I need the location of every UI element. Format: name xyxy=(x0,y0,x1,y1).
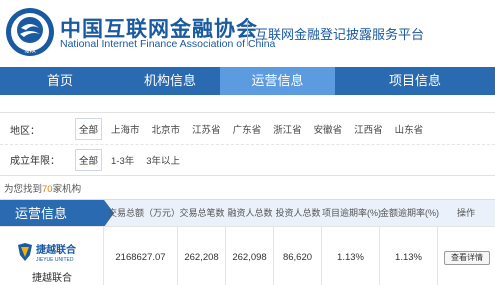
nav-item-operation-info[interactable]: 运营信息 xyxy=(220,67,335,95)
svg-text:JIEYUE UNITED: JIEYUE UNITED xyxy=(36,257,74,263)
col-action: 操作 xyxy=(456,208,475,218)
age-filter: 成立年限： 全部 1-3年 3年以上 xyxy=(0,144,495,174)
age-option-3plus[interactable]: 3年以上 xyxy=(143,150,183,170)
main-nav: 首页 机构信息 运营信息 项目信息 xyxy=(0,67,495,95)
result-count-number: 70 xyxy=(42,184,53,195)
total-amount-value: 2168627.07 xyxy=(115,252,166,263)
result-prefix: 为您找到 xyxy=(4,184,43,195)
table-header: 运营信息 交易总额（万元） 交易总笔数 融资人总数 投资人总数 项目逾期率(%)… xyxy=(0,199,495,227)
region-option-anhui[interactable]: 安徽省 xyxy=(311,119,346,139)
region-option-beijing[interactable]: 北京市 xyxy=(149,119,184,139)
site-header: NIFA 中国互联网金融协会 National Internet Finance… xyxy=(0,0,495,67)
investors-cell: 86,620 xyxy=(274,227,322,285)
nav-item-project-info[interactable]: 项目信息 xyxy=(335,67,495,95)
section-title: 运营信息 xyxy=(0,200,114,227)
col-total-amount: 交易总额（万元） xyxy=(108,208,181,218)
region-option-guangdong[interactable]: 广东省 xyxy=(230,119,265,139)
header-divider xyxy=(247,20,248,46)
nav-item-home[interactable]: 首页 xyxy=(0,67,120,95)
filter-panel: 地区： 全部 上海市 北京市 江苏省 广东省 浙江省 安徽省 江西省 山东省 成… xyxy=(0,112,495,176)
age-filter-label: 成立年限： xyxy=(10,156,60,167)
region-option-shandong[interactable]: 山东省 xyxy=(392,119,427,139)
total-borrowers-value: 262,098 xyxy=(232,252,267,263)
total-transactions-value: 262,208 xyxy=(184,252,219,263)
jieyue-logo-icon: 捷越联合 JIEYUE UNITED xyxy=(18,243,77,263)
org-name-en: National Internet Finance Association of… xyxy=(60,38,276,50)
region-option-zhejiang[interactable]: 浙江省 xyxy=(270,119,305,139)
project-overdue-value: 1.13% xyxy=(337,252,364,263)
col-total-transactions: 交易总笔数 xyxy=(179,208,225,218)
region-option-jiangsu[interactable]: 江苏省 xyxy=(189,119,224,139)
col-project-overdue-rate: 项目逾期率(%) xyxy=(322,208,381,218)
platform-name[interactable]: 捷越联合 xyxy=(0,269,104,284)
region-option-jiangxi[interactable]: 江西省 xyxy=(351,119,386,139)
age-option-all[interactable]: 全部 xyxy=(75,148,103,171)
region-filter-label: 地区： xyxy=(10,125,40,137)
platform-title: 互联网金融登记披露服务平台 xyxy=(255,27,425,42)
region-option-shanghai[interactable]: 上海市 xyxy=(108,119,143,139)
svg-text:NIFA: NIFA xyxy=(24,49,36,55)
borrowers-cell: 262,098 xyxy=(226,227,274,285)
svg-text:捷越联合: 捷越联合 xyxy=(36,243,77,256)
result-suffix: 家机构 xyxy=(52,184,82,195)
project-overdue-cell: 1.13% xyxy=(322,227,380,285)
region-option-all[interactable]: 全部 xyxy=(75,118,103,140)
table-row: 捷越联合 JIEYUE UNITED 捷越联合 2168627.07 262,2… xyxy=(0,226,495,285)
amount-overdue-value: 1.13% xyxy=(395,252,422,263)
transactions-cell: 262,208 xyxy=(178,227,226,285)
amount-cell: 2168627.07 xyxy=(104,227,178,285)
age-option-1-3[interactable]: 1-3年 xyxy=(108,150,137,170)
view-details-button[interactable]: 查看详情 xyxy=(444,251,490,265)
platform-cell: 捷越联合 JIEYUE UNITED 捷越联合 xyxy=(0,227,104,285)
result-count: 为您找到70家机构 xyxy=(4,181,81,195)
col-total-investors: 投资人总数 xyxy=(275,208,321,218)
col-total-borrowers: 融资人总数 xyxy=(227,208,273,218)
nav-item-org-info[interactable]: 机构信息 xyxy=(120,67,220,95)
region-filter: 地区： 全部 上海市 北京市 江苏省 广东省 浙江省 安徽省 江西省 山东省 xyxy=(0,114,495,144)
nifa-logo[interactable]: NIFA xyxy=(4,6,56,58)
col-amount-overdue-rate: 金额逾期率(%) xyxy=(380,208,439,218)
total-investors-value: 86,620 xyxy=(282,252,313,263)
amount-overdue-cell: 1.13% xyxy=(380,227,438,285)
